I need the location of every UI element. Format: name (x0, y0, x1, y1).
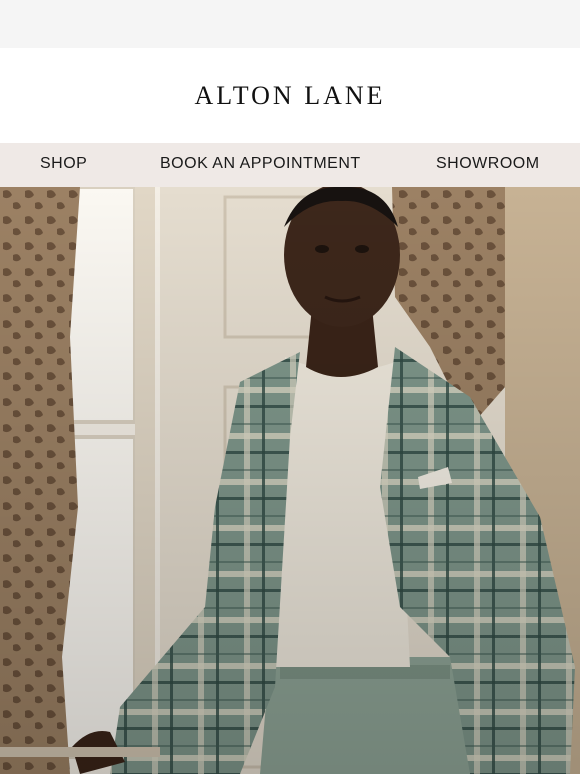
nav-book-appointment-link[interactable]: BOOK AN APPOINTMENT (160, 143, 361, 187)
top-strip (0, 0, 580, 48)
nav-shop-link[interactable]: SHOP (40, 143, 87, 187)
nav-showroom-link[interactable]: SHOWROOM (436, 143, 540, 187)
hero-illustration (0, 187, 580, 774)
brand-logo[interactable]: ALTON LANE (194, 81, 385, 111)
email-header: ALTON LANE (0, 48, 580, 143)
hero-image[interactable] (0, 187, 580, 774)
main-nav: SHOP BOOK AN APPOINTMENT SHOWROOM (0, 143, 580, 187)
